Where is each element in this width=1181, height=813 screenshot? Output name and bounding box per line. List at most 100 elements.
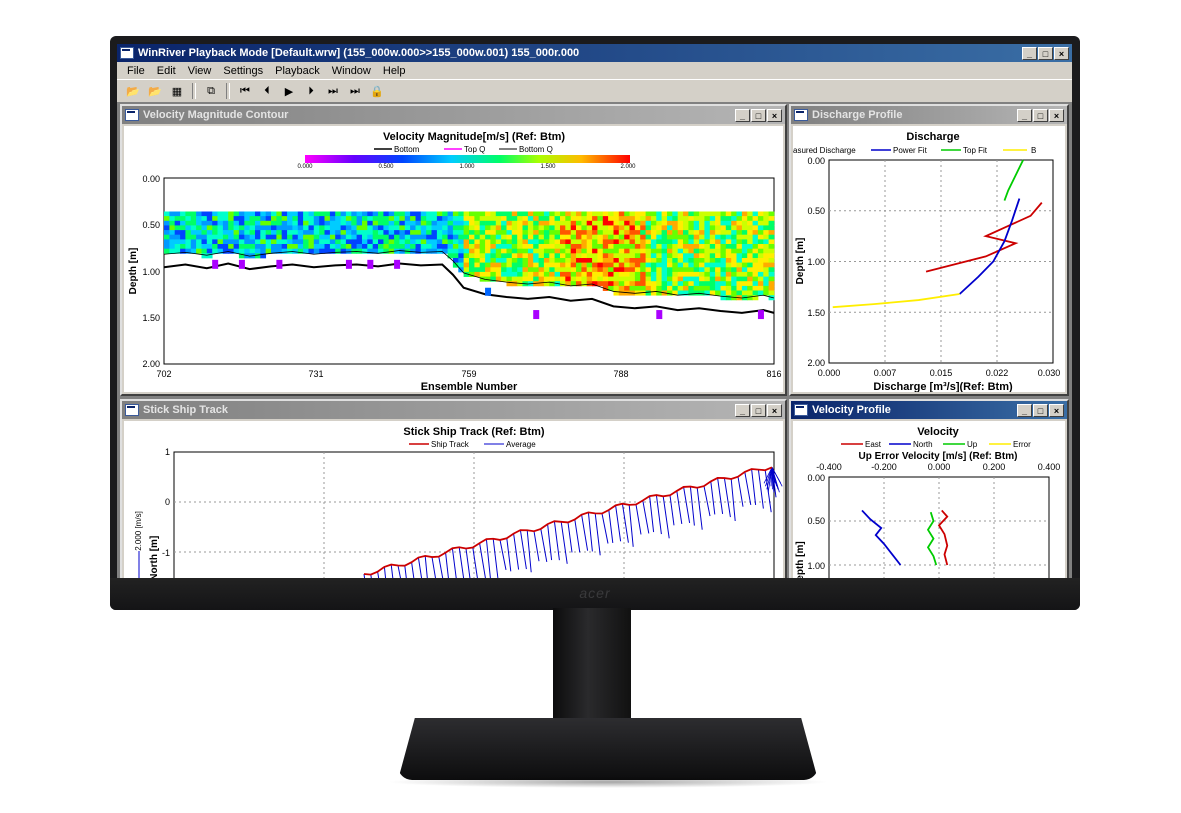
contour-cell	[495, 262, 502, 268]
contour-cell	[527, 225, 534, 231]
shiptrack-minimize-button[interactable]: _	[735, 403, 750, 417]
contour-cell	[699, 230, 705, 236]
shiptrack-window[interactable]: Stick Ship Track _ □ × Stick Ship Track …	[120, 399, 787, 578]
lock-icon[interactable]: 🔒	[367, 82, 387, 100]
contour-cell	[560, 234, 566, 240]
toolbar-separator	[192, 83, 196, 99]
contour-cell	[586, 271, 593, 277]
contour-cell	[501, 271, 507, 277]
velocity-close-button[interactable]: ×	[1049, 403, 1064, 417]
app-close-button[interactable]: ×	[1054, 46, 1069, 60]
menu-playback[interactable]: Playback	[269, 65, 326, 77]
contour-cell	[581, 230, 588, 236]
contour-cell	[634, 276, 641, 282]
contour-cell	[672, 216, 679, 222]
contour-cell	[683, 244, 689, 250]
contour-cell	[228, 211, 234, 217]
step-forward-icon[interactable]: ⏵	[301, 82, 321, 100]
contour-cell	[292, 239, 299, 245]
contour-cell	[736, 271, 743, 277]
discharge-window[interactable]: Discharge Profile _ □ × Discharge asured…	[789, 104, 1069, 396]
discharge-minimize-button[interactable]: _	[1017, 108, 1032, 122]
menu-view[interactable]: View	[182, 65, 218, 77]
contour-cell	[271, 220, 277, 226]
contour-cell	[356, 211, 363, 217]
contour-cell	[672, 262, 679, 268]
open-folder-icon[interactable]: 📂	[123, 82, 143, 100]
contour-cell	[233, 211, 240, 217]
contour-cell	[688, 281, 695, 287]
skip-start-icon[interactable]: ⏮	[235, 82, 255, 100]
play-icon[interactable]: ▶	[279, 82, 299, 100]
contour-cell	[474, 239, 481, 245]
app-titlebar[interactable]: WinRiver Playback Mode [Default.wrw] (15…	[117, 44, 1072, 62]
shiptrack-close-button[interactable]: ×	[767, 403, 782, 417]
velocity-maximize-button[interactable]: □	[1033, 403, 1048, 417]
contour-cell	[543, 267, 550, 273]
contour-cell	[667, 239, 673, 245]
contour-cell	[335, 234, 341, 240]
contour-window[interactable]: Velocity Magnitude Contour _ □ × Velocit…	[120, 104, 787, 396]
discharge-close-button[interactable]: ×	[1049, 108, 1064, 122]
contour-cell	[618, 220, 625, 226]
contour-cell	[436, 230, 443, 236]
shiptrack-titlebar[interactable]: Stick Ship Track _ □ ×	[122, 401, 785, 419]
velocity-minimize-button[interactable]: _	[1017, 403, 1032, 417]
contour-cell	[340, 230, 347, 236]
shiptrack-maximize-button[interactable]: □	[751, 403, 766, 417]
contour-cell	[704, 230, 711, 236]
copy-icon[interactable]: ⧉	[201, 82, 221, 100]
menu-help[interactable]: Help	[377, 65, 412, 77]
contour-cell	[640, 262, 646, 268]
contour-titlebar[interactable]: Velocity Magnitude Contour _ □ ×	[122, 106, 785, 124]
contour-cell	[683, 211, 689, 217]
contour-cell	[768, 234, 775, 240]
contour-cell	[431, 248, 438, 254]
contour-cell	[511, 239, 518, 245]
contour-cell	[297, 234, 304, 240]
contour-cell	[367, 244, 374, 250]
contour-cell	[522, 230, 529, 236]
velocity-window[interactable]: Velocity Profile _ □ × Velocity East Nor…	[789, 399, 1069, 578]
contour-cell	[768, 258, 775, 264]
contour-cell	[656, 258, 663, 264]
open-file-icon[interactable]: 📂	[145, 82, 165, 100]
skip-end-icon[interactable]: ⏭	[345, 82, 365, 100]
step-back-icon[interactable]: ⏴	[257, 82, 277, 100]
contour-cell	[581, 234, 588, 240]
menu-file[interactable]: File	[121, 65, 151, 77]
app-maximize-button[interactable]: □	[1038, 46, 1053, 60]
next-icon[interactable]: ⏭	[323, 82, 343, 100]
contour-cell	[196, 225, 202, 231]
grid-icon[interactable]: ▦	[167, 82, 187, 100]
contour-close-button[interactable]: ×	[767, 108, 782, 122]
contour-maximize-button[interactable]: □	[751, 108, 766, 122]
contour-cell	[757, 220, 764, 226]
contour-cell	[249, 244, 256, 250]
app-minimize-button[interactable]: _	[1022, 46, 1037, 60]
contour-cell	[228, 234, 234, 240]
contour-cell	[661, 248, 668, 254]
discharge-maximize-button[interactable]: □	[1033, 108, 1048, 122]
contour-cell	[501, 253, 507, 259]
contour-cell	[768, 253, 775, 259]
contour-cell	[287, 239, 293, 245]
menu-settings[interactable]: Settings	[217, 65, 269, 77]
contour-cell	[602, 258, 609, 264]
contour-cell	[313, 211, 320, 217]
contour-cell	[517, 239, 523, 245]
contour-cell	[656, 262, 663, 268]
contour-cell	[174, 244, 181, 250]
contour-cell	[452, 211, 459, 217]
contour-minimize-button[interactable]: _	[735, 108, 750, 122]
velocity-titlebar[interactable]: Velocity Profile _ □ ×	[791, 401, 1067, 419]
menu-edit[interactable]: Edit	[151, 65, 182, 77]
contour-cell	[736, 216, 743, 222]
contour-cell	[576, 230, 582, 236]
contour-cell	[624, 258, 630, 264]
contour-cell	[490, 230, 497, 236]
menu-window[interactable]: Window	[326, 65, 377, 77]
discharge-chart: Discharge asured Discharge Power Fit Top…	[793, 131, 1060, 392]
discharge-titlebar[interactable]: Discharge Profile _ □ ×	[791, 106, 1067, 124]
contour-cell	[715, 281, 721, 287]
